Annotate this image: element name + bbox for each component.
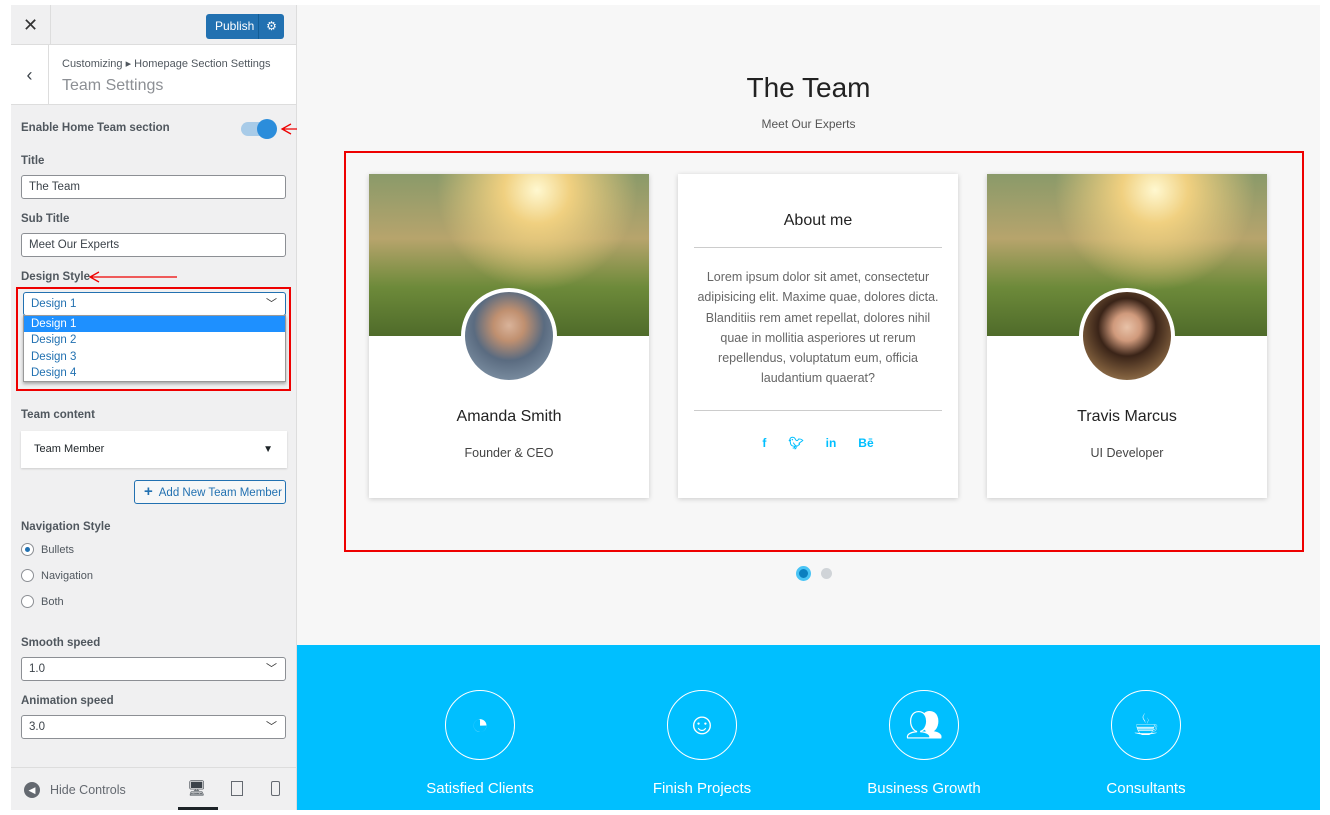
smooth-speed-value: 1.0 — [29, 663, 45, 675]
pie-chart-icon: ◔ — [445, 690, 515, 760]
radio-bullets[interactable]: Bullets — [21, 543, 74, 556]
toggle-knob — [257, 119, 277, 139]
about-text: Lorem ipsum dolor sit amet, consectetur … — [697, 270, 939, 386]
animation-speed-select[interactable]: 3.0 ﹀ — [21, 715, 286, 739]
social-links: f 🐦︎ in Bē — [678, 436, 958, 450]
add-member-label: Add New Team Member — [158, 487, 282, 499]
team-member-label: Team Member — [34, 443, 105, 455]
radio-label: Both — [41, 595, 64, 608]
design-style-select[interactable]: Design 1 ﹀ — [23, 292, 286, 316]
panel-title: Team Settings — [62, 77, 164, 94]
enable-label: Enable Home Team section — [21, 122, 170, 134]
back-icon[interactable]: ‹ — [11, 45, 49, 105]
divider — [694, 410, 942, 411]
animation-speed-value: 3.0 — [29, 721, 45, 733]
linkedin-icon[interactable]: in — [826, 436, 837, 450]
radio-icon — [21, 543, 34, 556]
stat-label: Satisfied Clients — [426, 780, 534, 797]
chevron-down-icon: ﹀ — [266, 721, 277, 733]
coffee-icon: ☕︎ — [1111, 690, 1181, 760]
design-option[interactable]: Design 4 — [24, 365, 285, 381]
team-member-accordion[interactable]: Team Member ▼ — [21, 431, 287, 468]
facebook-icon[interactable]: f — [762, 436, 766, 450]
title-input[interactable]: The Team — [21, 175, 286, 199]
radio-icon — [21, 595, 34, 608]
mobile-preview-icon[interactable] — [271, 781, 280, 796]
design-style-options: Design 1 Design 2 Design 3 Design 4 — [23, 315, 286, 382]
smooth-speed-label: Smooth speed — [21, 637, 101, 649]
customizer-footer: ◀ Hide Controls 🖥 — [11, 767, 296, 810]
customizer-sidebar: ✕ Publish ⚙ ‹ Customizing ▸ Homepage Sect… — [11, 5, 367, 810]
gear-icon[interactable]: ⚙ — [258, 14, 284, 39]
publish-label: Publish — [215, 19, 255, 33]
hide-controls-button[interactable]: Hide Controls — [50, 783, 126, 797]
carousel-dot[interactable] — [821, 568, 832, 579]
tablet-preview-icon[interactable] — [231, 781, 243, 796]
caret-down-icon: ▼ — [263, 444, 273, 455]
annotation-arrow — [88, 271, 177, 283]
team-content-label: Team content — [21, 409, 95, 421]
design-style-value: Design 1 — [31, 298, 77, 310]
avatar — [461, 288, 557, 384]
close-icon[interactable]: ✕ — [11, 5, 51, 45]
team-card: Travis Marcus UI Developer — [987, 174, 1267, 498]
subtitle-label: Sub Title — [21, 213, 70, 225]
panel-header: ‹ Customizing ▸ Homepage Section Setting… — [11, 45, 296, 105]
design-option[interactable]: Design 2 — [24, 332, 285, 348]
customizer-topbar: ✕ Publish ⚙ — [11, 5, 296, 45]
member-role: UI Developer — [1090, 446, 1164, 460]
animation-speed-label: Animation speed — [21, 695, 114, 707]
subtitle-input[interactable]: Meet Our Experts — [21, 233, 286, 257]
behance-icon[interactable]: Bē — [858, 436, 873, 450]
radio-both[interactable]: Both — [21, 595, 64, 608]
about-heading: About me — [783, 212, 853, 229]
enable-toggle[interactable] — [241, 119, 277, 139]
team-card: Amanda Smith Founder & CEO — [369, 174, 649, 498]
site-preview: The Team Meet Our Experts Amanda Smith F… — [297, 5, 1320, 810]
active-device-indicator — [178, 807, 218, 810]
stat-label: Business Growth — [867, 780, 981, 797]
chevron-down-icon: ﹀ — [266, 298, 277, 310]
member-role: Founder & CEO — [464, 446, 554, 460]
design-style-label: Design Style — [21, 271, 91, 283]
radio-label: Navigation — [41, 569, 93, 582]
collapse-icon[interactable]: ◀ — [24, 782, 40, 798]
nav-style-label: Navigation Style — [21, 521, 111, 533]
stat-label: Finish Projects — [652, 780, 752, 797]
plus-icon: + — [144, 483, 153, 500]
radio-icon — [21, 569, 34, 582]
design-option[interactable]: Design 3 — [24, 349, 285, 365]
member-name: Amanda Smith — [456, 408, 562, 425]
desktop-preview-icon[interactable]: 🖥 — [187, 779, 206, 797]
radio-navigation[interactable]: Navigation — [21, 569, 93, 582]
publish-button[interactable]: Publish ⚙ — [206, 14, 284, 39]
carousel-dot-active[interactable] — [796, 566, 811, 581]
smooth-speed-select[interactable]: 1.0 ﹀ — [21, 657, 286, 681]
chevron-down-icon: ﹀ — [266, 663, 277, 675]
radio-label: Bullets — [41, 543, 75, 556]
breadcrumb: Customizing ▸ Homepage Section Settings — [62, 58, 271, 70]
stat-label: Consultants — [1106, 780, 1186, 797]
avatar — [1079, 288, 1175, 384]
twitter-icon[interactable]: 🐦︎ — [788, 436, 803, 450]
smiley-icon: ☺ — [667, 690, 737, 760]
design-option[interactable]: Design 1 — [24, 316, 285, 333]
add-team-member-button[interactable]: + Add New Team Member — [134, 480, 286, 504]
member-name: Travis Marcus — [1077, 408, 1177, 425]
team-title: The Team — [746, 72, 871, 103]
team-subtitle: Meet Our Experts — [761, 117, 856, 131]
about-card: About me Lorem ipsum dolor sit amet, con… — [678, 174, 958, 498]
divider — [694, 247, 942, 248]
users-icon: 👥︎ — [889, 690, 959, 760]
title-label: Title — [21, 155, 45, 167]
stats-band: ◔ ☺ 👥︎ ☕︎ Satisfied Clients Finish Proje… — [297, 645, 1320, 810]
